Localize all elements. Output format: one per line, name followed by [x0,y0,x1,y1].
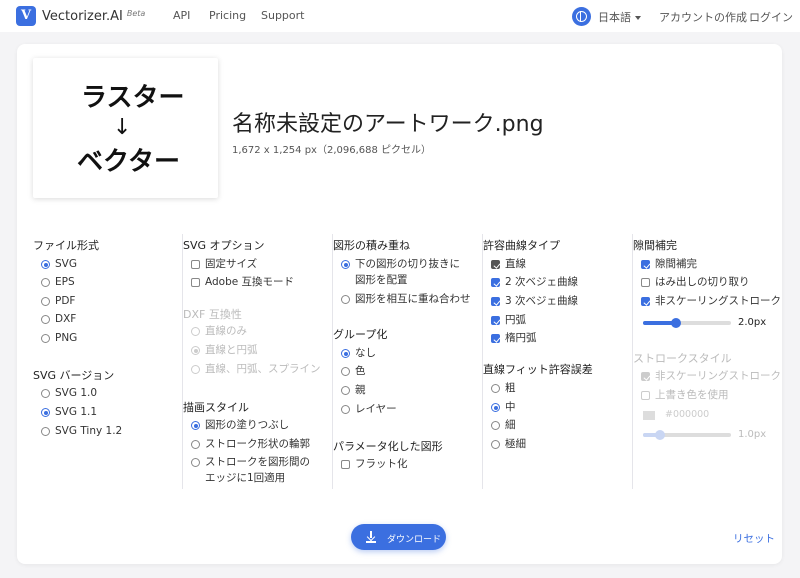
nav-link-support[interactable]: Support [261,9,304,22]
checkbox-flatten[interactable]: フラット化 [341,456,408,472]
file-dimensions: 1,672 x 1,254 px（2,096,688 ピクセル） [232,145,432,156]
radio-format-dxf[interactable]: DXF [41,311,76,327]
thumbnail-text-top: ラスター [81,83,184,113]
radio-format-png[interactable]: PNG [41,330,77,346]
radio-stack-cutouts[interactable]: 下の図形の切り抜きに図形を配置 [341,256,466,288]
download-button[interactable]: ダウンロード [351,524,446,550]
checkbox-stroke-non-scaling[interactable]: 非スケーリングストローク [641,368,781,384]
radio-dxf-lines-arcs[interactable]: 直線と円弧 [191,342,258,358]
dxf-compat-title: DXF 互換性 [183,308,242,321]
gap-stroke-width-value: 2.0px [738,317,767,328]
stroke-color-hex[interactable]: #000000 [665,409,709,420]
radio-group-none[interactable]: なし [341,345,376,361]
top-navbar: V Vectorizer.AI Beta API Pricing Support … [0,0,800,32]
thumbnail-arrow: ↓ [113,115,131,140]
stroke-width-value: 1.0px [738,429,767,440]
radio-format-pdf[interactable]: PDF [41,293,75,309]
vectorizer-logo-icon[interactable]: V [16,6,36,26]
column-shape-stacking: 図形の積み重ね 下の図形の切り抜きに図形を配置 図形を相互に重ね合わせ グループ… [333,234,483,489]
stroke-style-title: ストロークスタイル [633,352,732,365]
nav-link-api[interactable]: API [173,9,190,22]
checkbox-gap-filler[interactable]: 隙間補完 [641,256,697,272]
language-selector[interactable]: 日本語 [598,9,641,25]
slider-handle[interactable] [671,318,681,328]
checkbox-cubic-bezier[interactable]: 3 次ベジェ曲線 [491,293,578,309]
slider-handle[interactable] [655,430,665,440]
radio-group-layer[interactable]: レイヤー [341,401,397,417]
stroke-width-slider[interactable] [643,430,731,440]
radio-stroke-edges-once[interactable]: ストロークを図形間のエッジに1回適用 [191,454,316,486]
radio-fill-shapes[interactable]: 図形の塗りつぶし [191,417,289,433]
login-link[interactable]: ログイン [749,9,793,25]
image-thumbnail: ラスター ↓ ベクター [33,58,218,198]
gap-stroke-width-slider[interactable] [643,318,731,328]
shape-stacking-title: 図形の積み重ね [333,239,410,252]
file-format-title: ファイル形式 [33,239,99,252]
column-file-format: ファイル形式 SVG EPS PDF DXF PNG SVG バージョン SVG… [33,234,183,489]
svg-options-title: SVG オプション [183,239,265,252]
nav-link-pricing[interactable]: Pricing [209,9,246,22]
radio-format-eps[interactable]: EPS [41,274,75,290]
checkbox-non-scaling-stroke[interactable]: 非スケーリングストローク [641,293,781,309]
file-title: 名称未設定のアートワーク.png [232,112,544,137]
checkbox-elliptical-arcs[interactable]: 楕円弧 [491,330,537,346]
radio-svg-1-0[interactable]: SVG 1.0 [41,385,97,401]
checkbox-circular-arcs[interactable]: 円弧 [491,312,526,328]
checkbox-override-color[interactable]: 上書き色を使用 [641,387,729,403]
create-account-link[interactable]: アカウントの作成 [659,9,747,25]
parameterized-title: パラメータ化した図形 [333,440,443,453]
radio-fit-fine[interactable]: 細 [491,417,516,433]
beta-badge: Beta [126,9,146,18]
checkbox-fixed-size[interactable]: 固定サイズ [191,256,257,272]
gap-filler-title: 隙間補完 [633,239,677,252]
stroke-color-swatch[interactable] [643,411,655,420]
radio-fit-coarse[interactable]: 粗 [491,380,516,396]
download-icon [366,531,376,543]
column-gap-filler: 隙間補完 隙間補完 はみ出しの切り取り 非スケーリングストローク 2.0px ス… [633,234,783,489]
radio-format-svg[interactable]: SVG [41,256,77,272]
curve-types-title: 許容曲線タイプ [483,239,560,252]
radio-fit-superfine[interactable]: 極細 [491,436,526,452]
drawing-style-title: 描画スタイル [183,401,249,414]
radio-group-parent[interactable]: 親 [341,382,366,398]
checkbox-quadratic-bezier[interactable]: 2 次ベジェ曲線 [491,274,578,290]
reset-link[interactable]: リセット [733,531,775,546]
radio-svg-tiny-1-2[interactable]: SVG Tiny 1.2 [41,423,122,439]
svg-version-title: SVG バージョン [33,369,115,382]
grouping-title: グループ化 [333,328,388,341]
checkbox-clip-overflow[interactable]: はみ出しの切り取り [641,274,750,290]
radio-dxf-lines-arcs-splines[interactable]: 直線、円弧、スプライン [191,361,321,377]
checkbox-adobe-compat[interactable]: Adobe 互換モード [191,274,294,290]
column-svg-options: SVG オプション 固定サイズ Adobe 互換モード DXF 互換性 直線のみ… [183,234,333,489]
radio-stroke-outline[interactable]: ストローク形状の輪郭 [191,436,310,452]
chevron-down-icon [635,16,641,20]
thumbnail-text-bottom: ベクター [77,147,180,177]
radio-stack-overlap[interactable]: 図形を相互に重ね合わせ [341,291,471,307]
brand-name[interactable]: Vectorizer.AI Beta [42,9,145,24]
checkbox-lines[interactable]: 直線 [491,256,526,272]
line-fit-title: 直線フィット許容誤差 [483,363,593,376]
radio-svg-1-1[interactable]: SVG 1.1 [41,404,97,420]
globe-icon[interactable] [572,7,591,26]
radio-dxf-lines-only[interactable]: 直線のみ [191,323,247,339]
options-card: ラスター ↓ ベクター 名称未設定のアートワーク.png 1,672 x 1,2… [17,44,782,564]
radio-fit-medium[interactable]: 中 [491,399,516,415]
column-curve-types: 許容曲線タイプ 直線 2 次ベジェ曲線 3 次ベジェ曲線 円弧 楕円弧 直線フィ… [483,234,633,489]
radio-group-color[interactable]: 色 [341,363,366,379]
